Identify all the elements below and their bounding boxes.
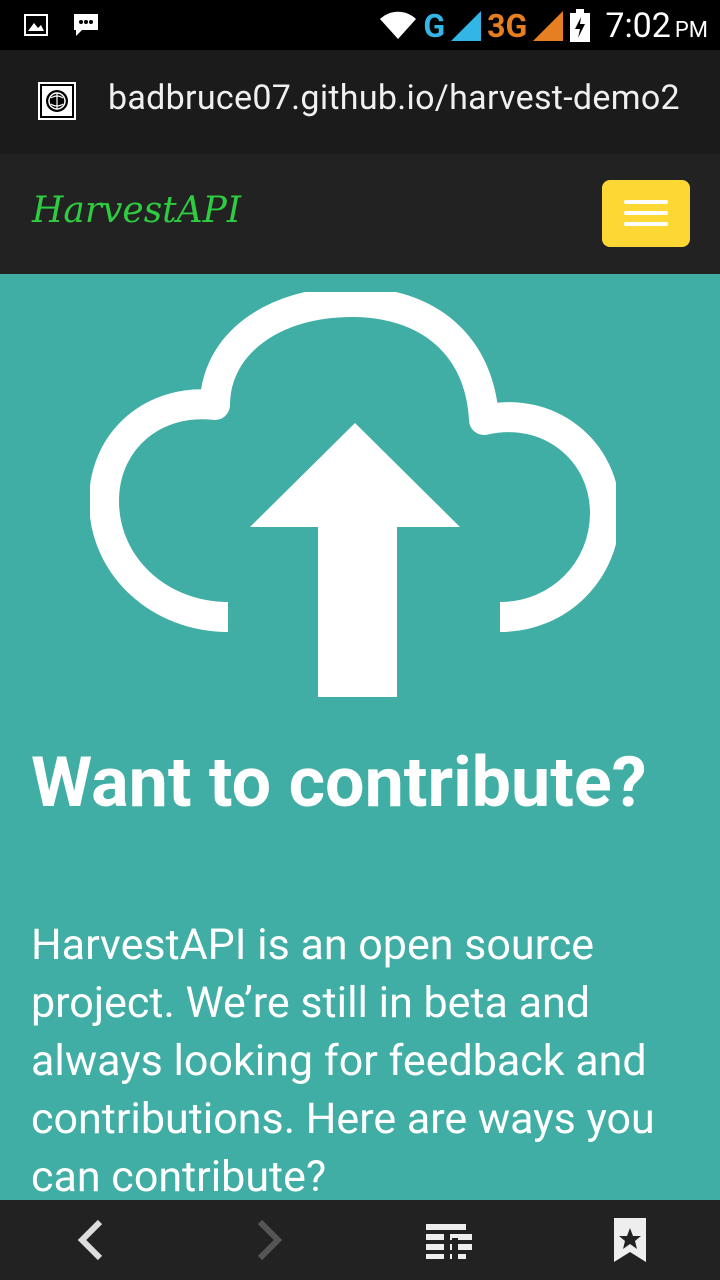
status-indicators: G 3G 7:02 PM <box>379 4 708 48</box>
clock: 7:02 PM <box>605 6 708 46</box>
menu-toggle-button[interactable] <box>602 180 690 247</box>
signal-icon-2 <box>533 11 564 41</box>
cloud-upload-icon <box>90 292 616 697</box>
url-text[interactable]: badbruce07.github.io/harvest-demo2 <box>108 78 680 118</box>
wifi-icon <box>380 11 417 40</box>
image-notification-icon <box>24 14 48 36</box>
network-3g-label: 3G <box>487 7 528 45</box>
hamburger-line <box>624 200 668 204</box>
clock-ampm: PM <box>674 18 708 43</box>
clock-time: 7:02 <box>605 6 671 46</box>
notification-icons <box>24 12 100 38</box>
bookmark-icon[interactable] <box>612 1216 648 1264</box>
message-notification-icon <box>74 14 98 36</box>
tabs-icon[interactable] <box>426 1222 474 1260</box>
battery-icon <box>570 9 591 42</box>
hamburger-line <box>624 222 668 226</box>
network-g-label: G <box>423 7 446 45</box>
back-arrow-icon[interactable] <box>74 1218 106 1262</box>
status-bar: G 3G 7:02 PM <box>0 0 720 50</box>
hamburger-line <box>624 211 668 215</box>
site-favicon-icon <box>38 82 76 120</box>
forward-arrow-icon[interactable] <box>254 1218 286 1262</box>
brand-logo[interactable]: HarvestAPI <box>32 190 241 231</box>
hero-headline: Want to contribute? <box>31 742 647 824</box>
signal-icon-1 <box>451 11 482 41</box>
hero-body-text: HarvestAPI is an open source project. We… <box>31 920 655 1202</box>
